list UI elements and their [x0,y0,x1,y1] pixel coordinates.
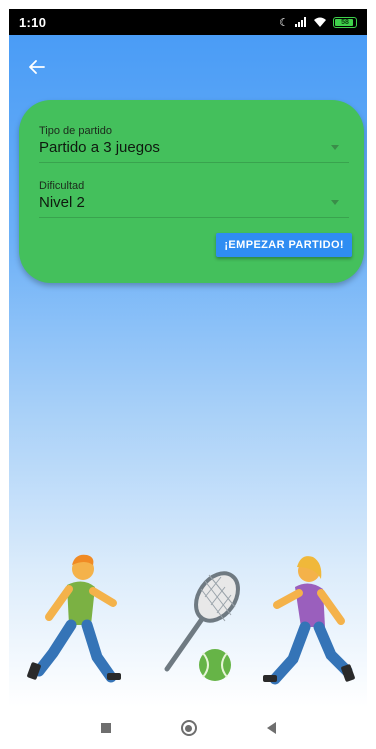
difficulty-dropdown[interactable]: Dificultad Nivel 2 [39,180,349,218]
back-button[interactable] [23,53,51,81]
status-icons: ☾ 58 [279,16,357,29]
back-icon[interactable] [266,722,276,734]
system-nav-bar [0,707,376,749]
chevron-down-icon [331,145,339,150]
match-setup-screen: Tipo de partido Partido a 3 juegos Dific… [9,35,367,707]
match-type-label: Tipo de partido [39,125,112,137]
person-running-icon [263,556,355,685]
start-match-button[interactable]: ¡EMPEZAR PARTIDO! [216,233,352,257]
difficulty-label: Dificultad [39,180,85,192]
tennis-illustration [27,554,355,685]
arrow-left-icon [29,60,45,74]
recent-apps-icon[interactable] [100,723,111,733]
status-bar: 1:10 ☾ 58 [9,9,367,35]
divider [39,162,349,163]
person-running-icon [27,554,121,683]
difficulty-value: Nivel 2 [39,194,85,211]
battery-icon: 58 [333,16,357,28]
chevron-down-icon [331,200,339,205]
tennis-ball-icon [199,649,231,681]
divider [39,217,349,218]
match-type-dropdown[interactable]: Tipo de partido Partido a 3 juegos [39,125,349,163]
battery-level: 58 [341,18,349,26]
home-icon[interactable] [180,720,197,736]
match-settings-card: Tipo de partido Partido a 3 juegos Dific… [19,100,364,283]
wifi-icon [314,17,326,27]
moon-icon: ☾ [279,16,289,29]
status-time: 1:10 [19,14,47,30]
match-type-value: Partido a 3 juegos [39,139,160,156]
signal-icon [295,17,306,27]
